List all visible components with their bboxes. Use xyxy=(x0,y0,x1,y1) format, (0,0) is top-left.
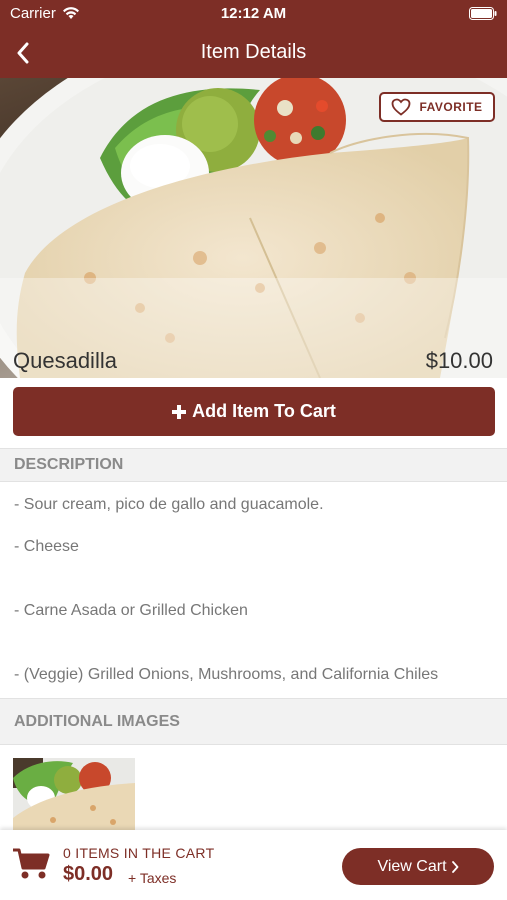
quesadilla-thumbnail-photo xyxy=(13,758,135,832)
quesadilla-photo xyxy=(0,78,507,378)
item-name: Quesadilla xyxy=(13,348,117,373)
favorite-button[interactable]: FAVORITE xyxy=(379,92,495,122)
status-time: 12:12 AM xyxy=(220,5,287,22)
favorite-label: FAVORITE xyxy=(419,100,483,114)
battery-icon xyxy=(469,7,497,20)
item-hero-image xyxy=(0,78,507,378)
navigation-bar: Item Details xyxy=(0,28,507,78)
cart-summary-bar: 0 ITEMS IN THE CART $0.00 + Taxes View C… xyxy=(0,830,507,900)
add-to-cart-button[interactable]: Add Item To Cart xyxy=(13,387,495,436)
cart-taxes-label: + Taxes xyxy=(128,870,177,886)
shopping-cart-icon xyxy=(13,848,50,879)
status-bar: Carrier 12:12 AM xyxy=(0,0,507,28)
page-title: Item Details xyxy=(200,41,307,63)
description-line: - Cheese xyxy=(14,538,79,555)
cart-item-count: 0 ITEMS IN THE CART xyxy=(63,845,215,861)
cart-total: $0.00 xyxy=(63,863,114,885)
heart-icon xyxy=(392,98,411,116)
plus-icon xyxy=(172,404,187,419)
additional-image-thumbnail[interactable] xyxy=(13,758,135,832)
description-line: - Sour cream, pico de gallo and guacamol… xyxy=(14,496,324,513)
description-header: DESCRIPTION xyxy=(0,448,507,482)
description-line: - (Veggie) Grilled Onions, Mushrooms, an… xyxy=(14,666,439,683)
view-cart-button[interactable]: View Cart xyxy=(342,848,494,885)
view-cart-label: View Cart xyxy=(377,857,447,875)
description-line: - Carne Asada or Grilled Chicken xyxy=(14,602,248,619)
additional-images-header: ADDITIONAL IMAGES xyxy=(0,698,507,745)
chevron-right-icon xyxy=(451,860,458,873)
item-price: $10.00 xyxy=(425,348,493,373)
add-to-cart-label: Add Item To Cart xyxy=(192,401,336,421)
